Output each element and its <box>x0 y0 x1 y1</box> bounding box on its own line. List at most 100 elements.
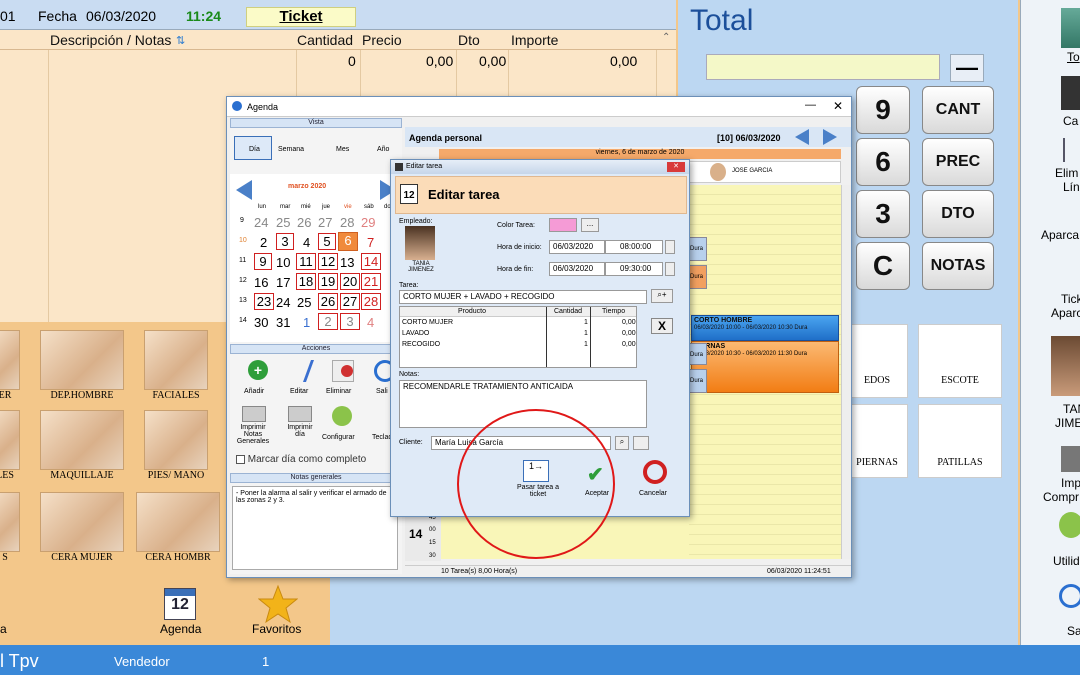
calendar-day[interactable]: 26 <box>297 215 311 230</box>
calendar-day[interactable]: 23 <box>254 293 274 310</box>
print-day-button[interactable]: Imprimir día <box>284 424 316 438</box>
col-dto[interactable]: Dto <box>458 32 480 48</box>
calendar-day[interactable]: 2 <box>318 313 338 330</box>
col-descripcion[interactable]: Descripción / Notas <box>50 32 171 48</box>
category-tile[interactable]: ER <box>0 330 20 401</box>
card-icon[interactable] <box>633 436 649 450</box>
side-label[interactable]: Impr <box>1061 476 1080 490</box>
col-cantidad[interactable]: Cantidad <box>554 308 582 315</box>
category-tile[interactable]: CERA HOMBR <box>136 492 220 563</box>
table-row[interactable]: CORTO MUJER 1 0,00 <box>400 319 636 329</box>
delete-line-icon[interactable] <box>1063 138 1080 162</box>
category-tile[interactable]: PIES/ MANO <box>144 410 208 481</box>
calendar-day[interactable]: 1 <box>303 315 310 330</box>
calendar-day[interactable]: 13 <box>340 255 354 270</box>
calendar-day[interactable]: 27 <box>318 215 332 230</box>
inicio-date-field[interactable]: 06/03/2020 <box>549 240 605 254</box>
col-precio[interactable]: Precio <box>362 32 402 48</box>
calendar-day[interactable]: 28 <box>340 215 354 230</box>
calendar-day[interactable]: 27 <box>340 293 360 310</box>
calendar-day[interactable]: 20 <box>340 273 360 290</box>
cancelar-button[interactable]: Cancelar <box>639 490 667 497</box>
tab-mes[interactable]: Mes <box>336 146 349 153</box>
col-cantidad[interactable]: Cantidad <box>297 32 353 48</box>
exit-button[interactable]: Sali <box>376 388 388 395</box>
calendar-day[interactable]: 18 <box>296 273 316 290</box>
tab-ano[interactable]: Año <box>377 146 389 153</box>
configure-icon[interactable] <box>332 406 352 426</box>
calendar-day[interactable]: 17 <box>276 275 290 290</box>
calendar-day-selected[interactable]: 6 <box>338 232 358 251</box>
search-add-icon[interactable]: ⌕+ <box>651 289 673 303</box>
register-icon[interactable] <box>1061 76 1080 110</box>
star-icon[interactable] <box>257 584 299 624</box>
calendar-day[interactable]: 10 <box>276 255 290 270</box>
calendar-day[interactable]: 30 <box>254 315 268 330</box>
category-tile[interactable]: LES <box>0 410 20 481</box>
category-tile[interactable]: EDOS <box>846 324 908 398</box>
side-label[interactable]: To <box>1067 50 1080 64</box>
category-tile[interactable]: S <box>0 492 20 563</box>
edit-icon[interactable] <box>287 360 315 382</box>
category-tile[interactable]: DEP.HOMBRE <box>40 330 124 401</box>
add-button[interactable]: Añadir <box>244 388 264 395</box>
ticket-button[interactable]: Ticket <box>246 7 356 27</box>
calendar-day[interactable]: 25 <box>297 295 311 310</box>
calendar-day[interactable]: 4 <box>367 315 374 330</box>
tab-semana[interactable]: Semana <box>278 146 304 153</box>
side-label[interactable]: Aparca <box>1041 228 1079 242</box>
calendar-day[interactable]: 26 <box>318 293 338 310</box>
dock-left-label[interactable]: a <box>0 622 7 636</box>
checkbox-icon[interactable] <box>236 454 245 464</box>
calendar-day[interactable]: 24 <box>276 295 290 310</box>
marcar-completo-checkbox[interactable]: Marcar día como completo <box>236 454 404 466</box>
calendar-day[interactable]: 2 <box>260 235 267 250</box>
key-9[interactable]: 9 <box>856 86 910 134</box>
duration-tab[interactable]: Dura <box>689 237 707 261</box>
cant-button[interactable]: CANT <box>922 86 994 134</box>
printer-icon[interactable] <box>1061 446 1080 472</box>
category-tile[interactable]: CERA MUJER <box>40 492 124 563</box>
color-picker-button[interactable]: ... <box>581 218 599 232</box>
employee-photo[interactable] <box>405 226 435 260</box>
next-day-arrow[interactable] <box>823 129 837 145</box>
calendar-day[interactable]: 25 <box>276 215 290 230</box>
calendar-day[interactable]: 29 <box>361 215 375 230</box>
ticket-icon[interactable] <box>1061 8 1080 48</box>
side-label[interactable]: Lín <box>1063 180 1080 194</box>
spinner-icon[interactable] <box>665 240 675 254</box>
side-label[interactable]: Aparc <box>1051 306 1080 320</box>
side-label[interactable]: Utilid <box>1053 554 1080 568</box>
remove-product-button[interactable]: X <box>651 318 673 334</box>
category-tile[interactable]: PATILLAS <box>918 404 1002 478</box>
category-tile[interactable]: ESCOTE <box>918 324 1002 398</box>
inicio-time-field[interactable]: 08:00:00 <box>605 240 663 254</box>
utilities-icon[interactable] <box>1059 512 1080 538</box>
add-icon[interactable]: + <box>248 360 268 380</box>
tab-dia[interactable]: Día <box>234 136 272 160</box>
prev-day-arrow[interactable] <box>795 129 809 145</box>
calendar-day[interactable]: 14 <box>361 253 381 270</box>
tarea-field[interactable]: CORTO MUJER + LAVADO + RECOGIDO <box>399 290 647 304</box>
calendar-day[interactable]: 3 <box>340 313 360 330</box>
appointment-corto-hombre[interactable]: CORTO HOMBRE 06/03/2020 10:00 - 06/03/20… <box>691 315 839 341</box>
duration-tab[interactable]: Dura <box>689 265 707 289</box>
agenda-dock-button[interactable]: 12 <box>164 588 196 620</box>
scroll-up-icon[interactable]: ⌃ <box>662 32 670 43</box>
close-icon[interactable]: ✕ <box>833 99 843 113</box>
side-label[interactable]: Tick <box>1061 292 1080 306</box>
col-tiempo[interactable]: Tiempo <box>602 308 625 315</box>
category-tile[interactable]: MAQUILLAJE <box>40 410 124 481</box>
calendar-day[interactable]: 28 <box>361 293 381 310</box>
schedule-scrollbar[interactable] <box>841 185 851 559</box>
category-tile[interactable]: PIERNAS <box>846 404 908 478</box>
sort-icon[interactable]: ⇅ <box>176 34 185 47</box>
delete-button[interactable]: Eliminar <box>326 388 351 395</box>
cancel-icon[interactable] <box>643 460 667 484</box>
print-notes-icon[interactable] <box>242 406 266 422</box>
configure-button[interactable]: Configurar <box>322 434 355 441</box>
prec-button[interactable]: PREC <box>922 138 994 186</box>
calendar-day[interactable]: 21 <box>361 273 381 290</box>
minimize-icon[interactable]: — <box>805 99 816 111</box>
notas-generales-text[interactable]: - Poner la alarma al salir y verificar e… <box>232 486 398 570</box>
